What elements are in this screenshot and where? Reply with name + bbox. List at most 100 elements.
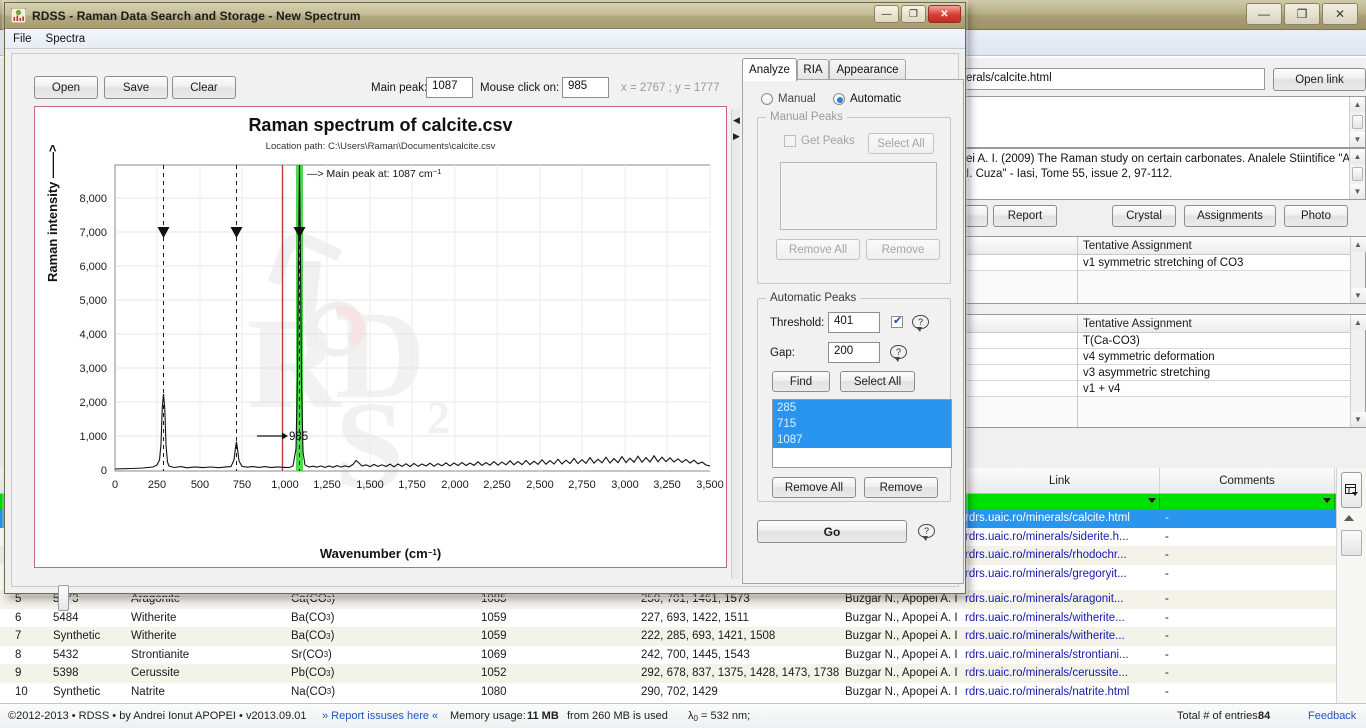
minimize-icon[interactable]: —	[874, 5, 899, 23]
scroll-up-icon[interactable]: ▲	[1350, 149, 1365, 164]
automatic-peaks-listbox[interactable]: 285 715 1087	[772, 399, 952, 468]
mode-automatic-radio-row[interactable]: Automatic	[833, 93, 901, 105]
go-help-icon[interactable]: ?	[918, 524, 935, 541]
assignment1-scrollbar[interactable]: ▲ ▼	[1350, 237, 1366, 303]
clear-button[interactable]: Clear	[172, 76, 236, 99]
cell-link[interactable]: rdrs.uaic.ro/minerals/aragonit...	[960, 590, 1158, 609]
find-button[interactable]: Find	[772, 371, 830, 392]
automatic-radio-icon[interactable]	[833, 93, 845, 105]
close-icon[interactable]: ✕	[928, 5, 961, 23]
scroll-up-icon[interactable]: ▲	[1350, 237, 1366, 252]
threshold-input[interactable]: 401	[828, 312, 880, 333]
scroll-up-icon[interactable]: ▲	[1350, 315, 1366, 330]
manual-select-all-button[interactable]: Select All	[868, 133, 934, 154]
link-input[interactable]: erals/calcite.html	[960, 68, 1265, 90]
table-row[interactable]: v1 + v4	[961, 381, 1365, 397]
list-item[interactable]: 1087	[773, 432, 951, 448]
panel-splitter[interactable]: ◀ ▶	[731, 109, 740, 579]
crystal-button[interactable]: Crystal	[1112, 205, 1176, 227]
filter-cell-comments[interactable]	[1160, 494, 1335, 509]
filter-cell-link[interactable]	[960, 494, 1160, 509]
feedback-link[interactable]: Feedback	[1308, 710, 1356, 722]
bg-minimize-icon[interactable]: —	[1246, 3, 1282, 25]
mouse-click-input[interactable]: 985	[562, 77, 609, 98]
table-row[interactable]: v1 symmetric stretching of CO3	[961, 255, 1365, 271]
scroll-up-icon[interactable]: ▲	[1350, 97, 1365, 112]
collapse-left-icon[interactable]: ◀	[733, 115, 740, 126]
tab-appearance[interactable]: Appearance	[829, 59, 906, 80]
bg-restore-icon[interactable]: ❐	[1284, 3, 1320, 25]
list-item[interactable]: 285	[773, 400, 951, 416]
cell-link[interactable]: rdrs.uaic.ro/minerals/siderite.h...	[960, 528, 1158, 547]
cell-link[interactable]: rdrs.uaic.ro/minerals/witherite...	[960, 627, 1158, 646]
cell-link[interactable]: rdrs.uaic.ro/minerals/rhodochr...	[960, 546, 1158, 565]
cell-link[interactable]: rdrs.uaic.ro/minerals/gregoryit...	[960, 565, 1158, 584]
scroll-down-icon[interactable]: ▼	[1350, 412, 1366, 427]
photo-button[interactable]: Photo	[1284, 205, 1348, 227]
scroll-down-icon[interactable]: ▼	[1350, 184, 1365, 199]
assignment2-scrollbar[interactable]: ▲ ▼	[1350, 315, 1366, 427]
column-header-comments[interactable]: Comments	[1160, 468, 1335, 493]
auto-select-all-button[interactable]: Select All	[840, 371, 915, 392]
dialog-titlebar[interactable]: RDSS - Raman Data Search and Storage - N…	[5, 3, 965, 29]
zoom-slider-track[interactable]	[60, 597, 712, 599]
notes-textarea[interactable]: ▲ ▼	[960, 96, 1366, 148]
manual-remove-all-button[interactable]: Remove All	[776, 239, 860, 260]
tab-analyze[interactable]: Analyze	[742, 58, 797, 81]
results-grid-scrollbar[interactable]	[1336, 468, 1366, 703]
table-row[interactable]: 7 Synthetic Witherite Ba(CO 3) 1059 222, …	[0, 627, 1366, 646]
column-chooser-icon[interactable]	[1341, 472, 1362, 508]
expand-right-icon[interactable]: ▶	[733, 131, 740, 142]
manual-peaks-listbox[interactable]	[780, 162, 937, 230]
report-button[interactable]: Report	[993, 205, 1057, 227]
restore-icon[interactable]: ❐	[901, 5, 926, 23]
manual-remove-button[interactable]: Remove	[866, 239, 940, 260]
notes-scrollbar[interactable]: ▲ ▼	[1349, 97, 1365, 147]
scroll-thumb[interactable]	[1352, 167, 1363, 181]
table-row[interactable]: 6 5484 Witherite Ba(CO 3) 1059 227, 693, …	[0, 608, 1366, 628]
open-link-button[interactable]: Open link	[1273, 68, 1366, 91]
cell-link[interactable]: rdrs.uaic.ro/minerals/natrite.html	[960, 683, 1158, 702]
scroll-down-icon[interactable]: ▼	[1350, 288, 1366, 303]
open-button[interactable]: Open	[34, 76, 98, 99]
threshold-help-icon[interactable]: ?	[912, 315, 929, 332]
table-row[interactable]: 8 5432 Strontianite Sr(CO 3) 1069 242, 70…	[0, 645, 1366, 664]
menu-item-spectra[interactable]: Spectra	[46, 33, 86, 45]
gap-input[interactable]: 200	[828, 342, 880, 363]
chevron-down-icon[interactable]	[1148, 498, 1156, 503]
reference-textarea[interactable]: ei A. I. (2009) The Raman study on certa…	[960, 148, 1366, 200]
go-button[interactable]: Go	[757, 520, 907, 543]
report-issues-link[interactable]: » Report issuses here «	[322, 710, 438, 722]
menu-item-file[interactable]: File	[13, 33, 32, 45]
cell-link[interactable]: rdrs.uaic.ro/minerals/witherite...	[960, 609, 1158, 628]
spectrum-chart[interactable]: Raman spectrum of calcite.csv Location p…	[34, 106, 727, 568]
table-row[interactable]: v3 asymmetric stretching	[961, 365, 1365, 381]
save-button[interactable]: Save	[104, 76, 168, 99]
table-row[interactable]: 9 5398 Cerussite Pb(CO 3) 1052 292, 678, …	[0, 664, 1366, 683]
cell-link[interactable]: rdrs.uaic.ro/minerals/calcite.html	[960, 509, 1158, 528]
get-peaks-checkbox-row[interactable]: Get Peaks	[784, 135, 855, 147]
chevron-down-icon[interactable]	[1323, 498, 1331, 503]
reference-scrollbar[interactable]: ▲ ▼	[1349, 149, 1365, 199]
get-peaks-checkbox-icon[interactable]	[784, 135, 796, 147]
assignments-button[interactable]: Assignments	[1184, 205, 1276, 227]
tab-ria[interactable]: RIA	[797, 59, 829, 80]
scroll-up-icon[interactable]	[1344, 515, 1354, 521]
cell-link[interactable]: rdrs.uaic.ro/minerals/cerussite...	[960, 664, 1158, 683]
column-header-link[interactable]: Link	[960, 468, 1160, 493]
auto-remove-button[interactable]: Remove	[864, 477, 938, 498]
list-item[interactable]: 715	[773, 416, 951, 432]
mode-manual-radio-row[interactable]: Manual	[761, 93, 816, 105]
scroll-thumb[interactable]	[1352, 115, 1363, 129]
scroll-thumb[interactable]	[1341, 530, 1362, 556]
zoom-slider-knob[interactable]	[58, 585, 69, 611]
gap-help-icon[interactable]: ?	[890, 345, 907, 362]
manual-radio-icon[interactable]	[761, 93, 773, 105]
table-row[interactable]: v4 symmetric deformation	[961, 349, 1365, 365]
bg-close-icon[interactable]: ✕	[1322, 3, 1358, 25]
scroll-down-icon[interactable]: ▼	[1350, 132, 1365, 147]
auto-remove-all-button[interactable]: Remove All	[772, 477, 856, 498]
threshold-checkbox-icon[interactable]	[891, 314, 903, 328]
main-peak-input[interactable]: 1087	[426, 77, 473, 98]
table-row[interactable]: 10 Synthetic Natrite Na(CO 3) 1080 290, 7…	[0, 682, 1366, 702]
